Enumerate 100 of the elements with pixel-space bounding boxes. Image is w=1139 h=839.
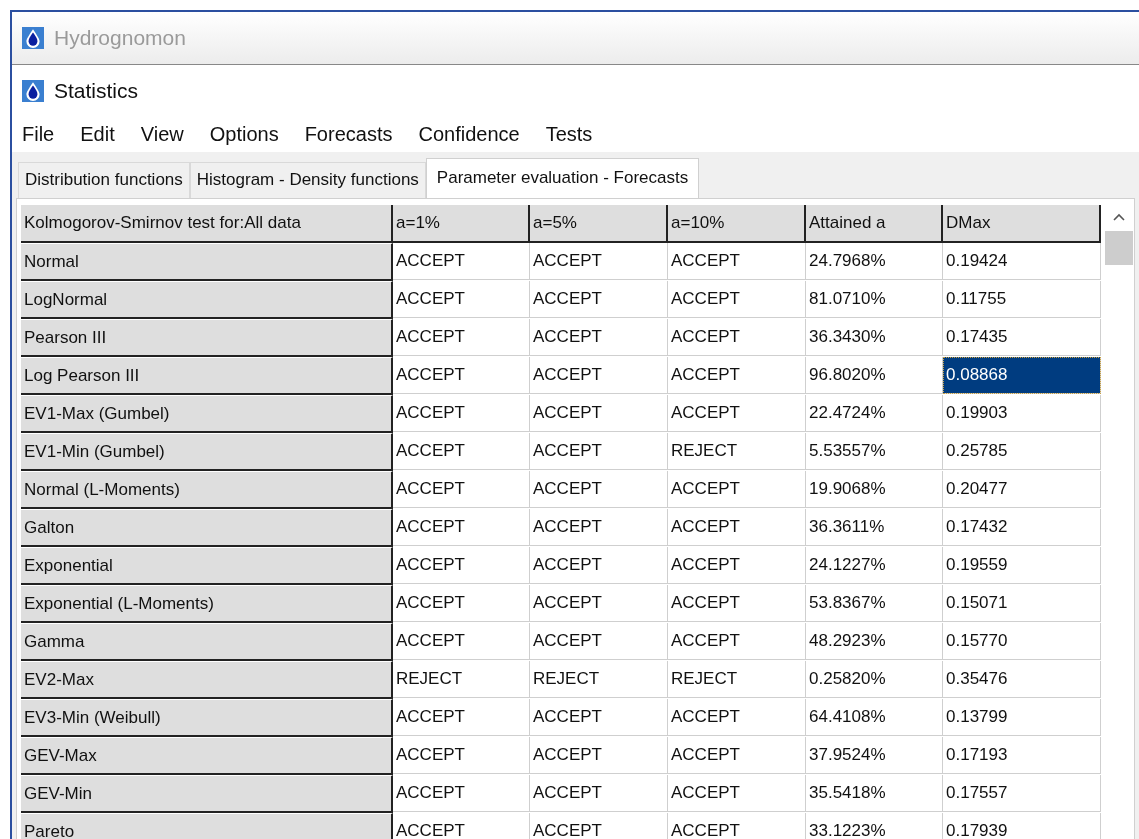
table-cell[interactable]: ACCEPT: [530, 737, 668, 774]
table-cell[interactable]: 0.17193: [943, 737, 1101, 774]
table-cell[interactable]: 22.4724%: [806, 395, 943, 432]
menu-item[interactable]: File: [22, 123, 55, 146]
menu-item[interactable]: Tests: [545, 123, 593, 146]
column-header[interactable]: DMax: [943, 205, 1101, 243]
table-cell[interactable]: 0.19559: [943, 547, 1101, 584]
table-cell[interactable]: 0.19424: [943, 243, 1101, 280]
table-cell[interactable]: 64.4108%: [806, 699, 943, 736]
table-cell[interactable]: 37.9524%: [806, 737, 943, 774]
table-cell[interactable]: REJECT: [393, 661, 530, 698]
table-cell[interactable]: ACCEPT: [393, 395, 530, 432]
table-cell[interactable]: ACCEPT: [668, 395, 806, 432]
table-cell[interactable]: 35.5418%: [806, 775, 943, 812]
table-cell[interactable]: ACCEPT: [393, 243, 530, 280]
table-cell[interactable]: ACCEPT: [530, 547, 668, 584]
table-cell[interactable]: ACCEPT: [393, 813, 530, 839]
table-cell[interactable]: 36.3430%: [806, 319, 943, 356]
row-header: GEV-Max: [21, 737, 393, 775]
table-cell[interactable]: ACCEPT: [668, 699, 806, 736]
table-cell[interactable]: ACCEPT: [393, 775, 530, 812]
table-cell[interactable]: ACCEPT: [393, 281, 530, 318]
column-header[interactable]: Kolmogorov-Smirnov test for:All data: [21, 205, 393, 243]
table-cell[interactable]: ACCEPT: [668, 585, 806, 622]
table-cell[interactable]: 48.2923%: [806, 623, 943, 660]
table-cell[interactable]: ACCEPT: [530, 699, 668, 736]
table-cell[interactable]: ACCEPT: [530, 319, 668, 356]
menu-item[interactable]: Options: [209, 123, 279, 146]
column-header[interactable]: Attained a: [806, 205, 943, 243]
table-cell[interactable]: ACCEPT: [530, 623, 668, 660]
table-cell[interactable]: 0.20477: [943, 471, 1101, 508]
table-cell[interactable]: ACCEPT: [668, 813, 806, 839]
table-cell[interactable]: REJECT: [530, 661, 668, 698]
table-cell[interactable]: ACCEPT: [668, 737, 806, 774]
table-cell[interactable]: REJECT: [668, 433, 806, 470]
table-cell[interactable]: 53.8367%: [806, 585, 943, 622]
table-cell[interactable]: 5.53557%: [806, 433, 943, 470]
table-cell[interactable]: ACCEPT: [530, 509, 668, 546]
table-cell[interactable]: 36.3611%: [806, 509, 943, 546]
scroll-up-icon[interactable]: [1113, 213, 1125, 221]
table-cell[interactable]: ACCEPT: [393, 547, 530, 584]
table-cell[interactable]: ACCEPT: [530, 471, 668, 508]
table-cell[interactable]: REJECT: [668, 661, 806, 698]
menu-item[interactable]: Forecasts: [304, 123, 393, 146]
table-cell[interactable]: ACCEPT: [530, 433, 668, 470]
table-cell[interactable]: 81.0710%: [806, 281, 943, 318]
row-header: EV1-Min (Gumbel): [21, 433, 393, 471]
table-cell[interactable]: 0.08868: [943, 357, 1101, 394]
table-cell[interactable]: 0.15071: [943, 585, 1101, 622]
table-cell[interactable]: ACCEPT: [668, 357, 806, 394]
table-cell[interactable]: 24.7968%: [806, 243, 943, 280]
table-cell[interactable]: ACCEPT: [530, 813, 668, 839]
table-cell[interactable]: 0.11755: [943, 281, 1101, 318]
table-cell[interactable]: 0.19903: [943, 395, 1101, 432]
table-cell[interactable]: ACCEPT: [668, 547, 806, 584]
table-cell[interactable]: ACCEPT: [530, 243, 668, 280]
table-cell[interactable]: ACCEPT: [393, 471, 530, 508]
table-cell[interactable]: ACCEPT: [393, 509, 530, 546]
table-cell[interactable]: 0.17557: [943, 775, 1101, 812]
table-cell[interactable]: ACCEPT: [530, 395, 668, 432]
tab[interactable]: Distribution functions: [18, 162, 190, 198]
table-cell[interactable]: ACCEPT: [530, 585, 668, 622]
table-cell[interactable]: ACCEPT: [668, 319, 806, 356]
table-cell[interactable]: ACCEPT: [393, 737, 530, 774]
table-cell[interactable]: 0.25820%: [806, 661, 943, 698]
table-cell[interactable]: ACCEPT: [393, 357, 530, 394]
column-header[interactable]: a=1%: [393, 205, 530, 243]
table-cell[interactable]: ACCEPT: [668, 281, 806, 318]
table-cell[interactable]: 0.25785: [943, 433, 1101, 470]
table-cell[interactable]: ACCEPT: [393, 585, 530, 622]
table-cell[interactable]: ACCEPT: [530, 357, 668, 394]
menu-item[interactable]: Confidence: [418, 123, 520, 146]
table-cell[interactable]: 0.17939: [943, 813, 1101, 839]
table-cell[interactable]: ACCEPT: [393, 699, 530, 736]
table-cell[interactable]: ACCEPT: [393, 319, 530, 356]
table-cell[interactable]: ACCEPT: [668, 471, 806, 508]
table-cell[interactable]: 33.1223%: [806, 813, 943, 839]
table-cell[interactable]: ACCEPT: [668, 243, 806, 280]
table-cell[interactable]: 24.1227%: [806, 547, 943, 584]
table-cell[interactable]: 0.17435: [943, 319, 1101, 356]
table-cell[interactable]: ACCEPT: [393, 623, 530, 660]
column-header[interactable]: a=10%: [668, 205, 806, 243]
scroll-thumb[interactable]: [1105, 231, 1133, 265]
table-cell[interactable]: 19.9068%: [806, 471, 943, 508]
column-header[interactable]: a=5%: [530, 205, 668, 243]
table-cell[interactable]: ACCEPT: [668, 509, 806, 546]
row-header: EV1-Max (Gumbel): [21, 395, 393, 433]
table-cell[interactable]: 0.15770: [943, 623, 1101, 660]
table-cell[interactable]: ACCEPT: [530, 281, 668, 318]
table-cell[interactable]: ACCEPT: [668, 623, 806, 660]
table-cell[interactable]: 0.13799: [943, 699, 1101, 736]
menu-item[interactable]: Edit: [80, 123, 115, 146]
table-cell[interactable]: ACCEPT: [530, 775, 668, 812]
table-cell[interactable]: ACCEPT: [393, 433, 530, 470]
table-cell[interactable]: 0.35476: [943, 661, 1101, 698]
table-cell[interactable]: 0.17432: [943, 509, 1101, 546]
table-cell[interactable]: ACCEPT: [668, 775, 806, 812]
menu-item[interactable]: View: [140, 123, 184, 146]
tab[interactable]: Histogram - Density functions: [189, 162, 426, 198]
tab[interactable]: Parameter evaluation - Forecasts: [425, 158, 700, 198]
